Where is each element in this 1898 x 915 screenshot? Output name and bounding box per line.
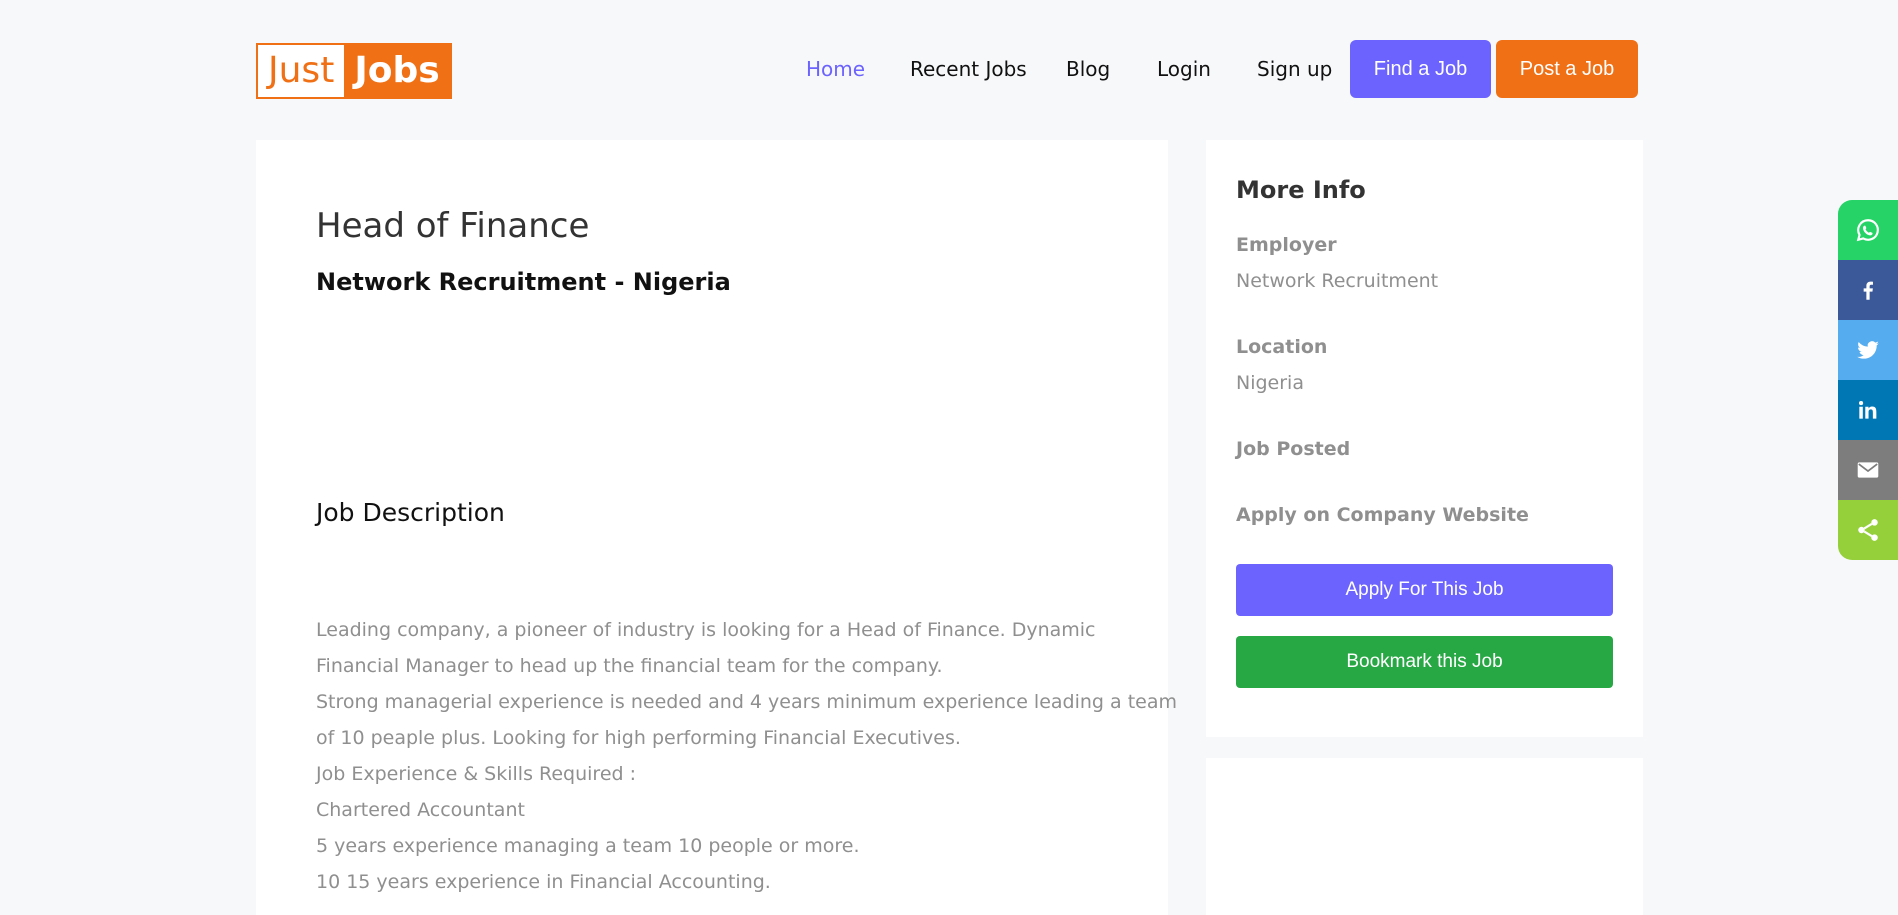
location-label: Location (1236, 336, 1328, 358)
facebook-icon (1863, 281, 1873, 300)
more-share-button[interactable] (1838, 500, 1898, 560)
share-icon (1858, 519, 1878, 541)
description-line: Leading company, a pioneer of industry i… (316, 619, 1096, 641)
job-company-location: Network Recruitment - Nigeria (316, 268, 731, 296)
share-bar (1838, 200, 1898, 560)
linkedin-icon (1859, 401, 1877, 419)
twitter-share-button[interactable] (1838, 320, 1898, 380)
description-line: 10 15 years experience in Financial Acco… (316, 871, 771, 893)
apply-company-website-link[interactable]: Apply on Company Website (1236, 504, 1529, 526)
more-info-heading: More Info (1236, 176, 1366, 204)
nav-sign-up[interactable]: Sign up (1257, 40, 1332, 98)
post-job-button[interactable]: Post a Job (1496, 40, 1638, 98)
email-share-button[interactable] (1838, 440, 1898, 500)
more-info-card: More Info Employer Network Recruitment L… (1206, 140, 1643, 737)
nav-home[interactable]: Home (806, 40, 865, 98)
description-line: Job Experience & Skills Required : (316, 763, 637, 785)
description-line: of 10 peaple plus. Looking for high perf… (316, 727, 961, 749)
nav-recent-jobs[interactable]: Recent Jobs (910, 40, 1027, 98)
apply-job-button[interactable]: Apply For This Job (1236, 564, 1613, 616)
twitter-icon (1857, 341, 1879, 359)
job-description-heading: Job Description (316, 498, 505, 527)
linkedin-share-button[interactable] (1838, 380, 1898, 440)
description-line: Financial Manager to head up the financi… (316, 655, 943, 677)
description-line: Chartered Accountant (316, 799, 525, 821)
job-description: Leading company, a pioneer of industry i… (316, 612, 1178, 900)
secondary-sidebar-card (1206, 758, 1643, 915)
facebook-share-button[interactable] (1838, 260, 1898, 320)
nav-login[interactable]: Login (1157, 40, 1211, 98)
description-line: Strong managerial experience is needed a… (316, 691, 1178, 713)
job-detail-card: Head of Finance Network Recruitment - Ni… (256, 140, 1178, 915)
employer-label: Employer (1236, 234, 1337, 256)
whatsapp-share-button[interactable] (1838, 200, 1898, 260)
email-icon (1857, 462, 1879, 478)
find-job-button[interactable]: Find a Job (1350, 40, 1491, 98)
job-posted-label: Job Posted (1236, 438, 1351, 460)
job-title: Head of Finance (316, 206, 590, 246)
description-line: 5 years experience managing a team 10 pe… (316, 835, 860, 857)
whatsapp-icon (1856, 219, 1879, 242)
location-value: Nigeria (1236, 372, 1304, 394)
nav-blog[interactable]: Blog (1066, 40, 1110, 98)
employer-value: Network Recruitment (1236, 270, 1439, 292)
bookmark-job-button[interactable]: Bookmark this Job (1236, 636, 1613, 688)
